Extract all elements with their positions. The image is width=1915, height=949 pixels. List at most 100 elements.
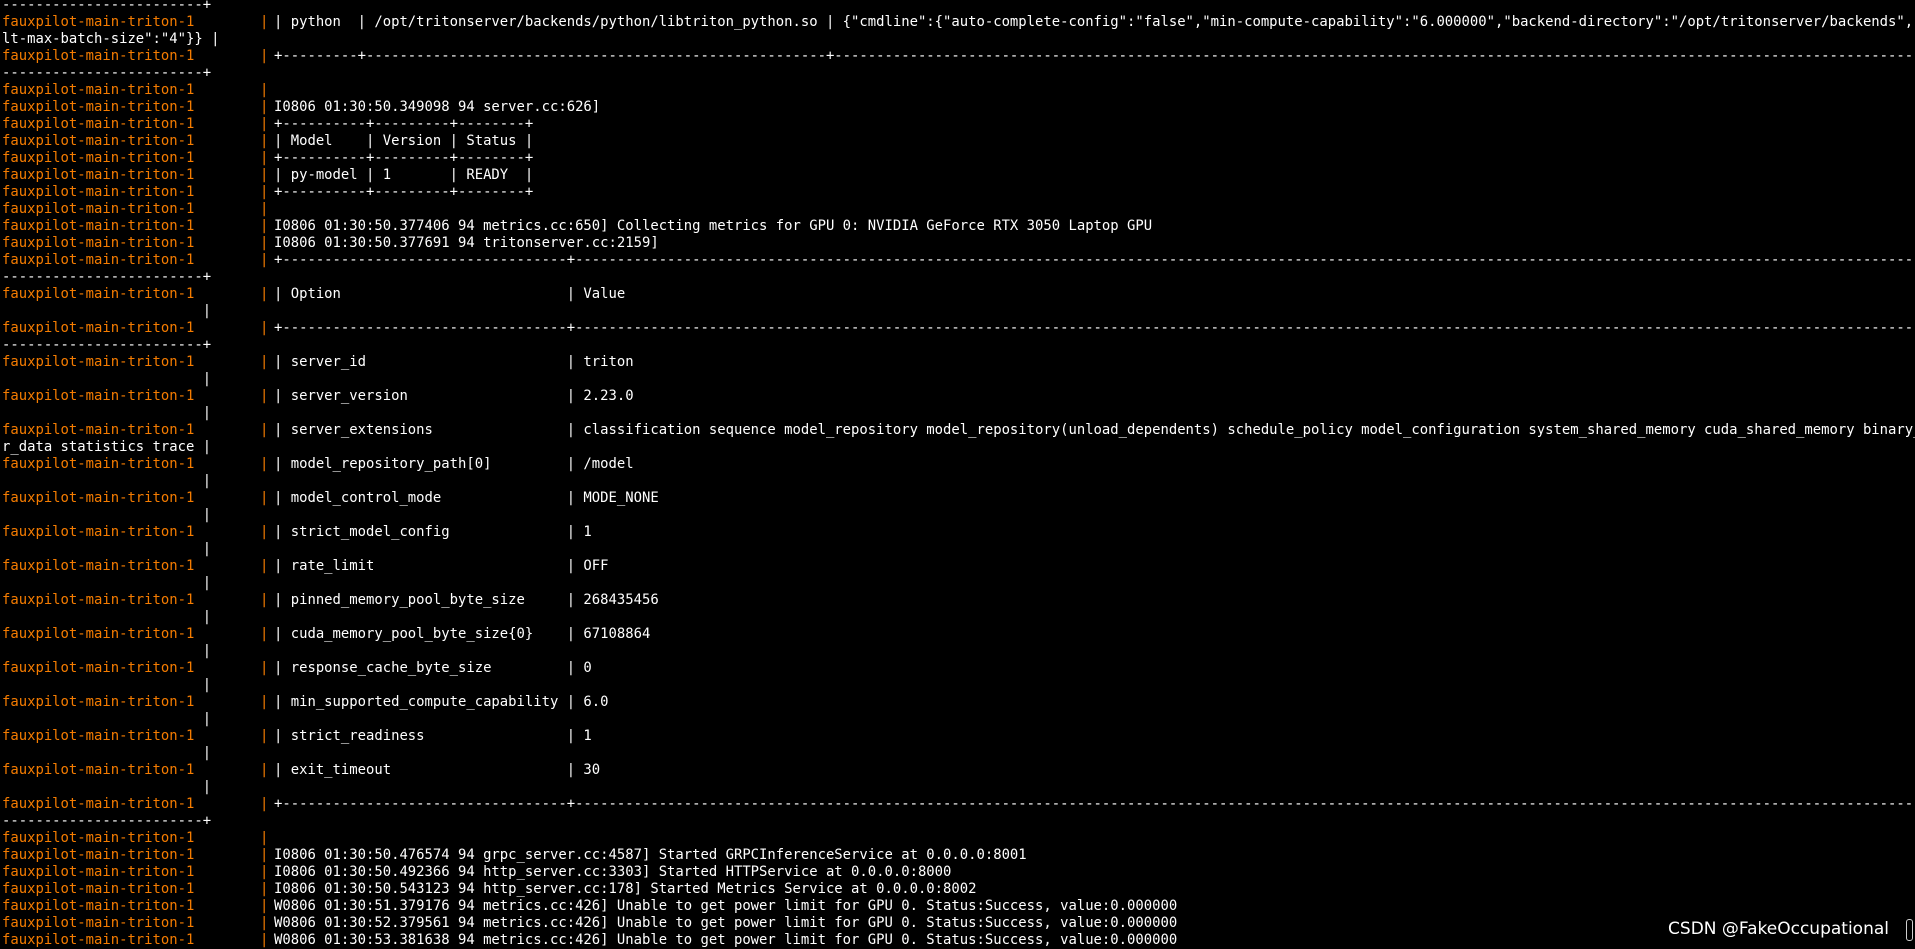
- log-message: | model_repository_path[0] | /model: [274, 456, 634, 472]
- log-message: | python | /opt/tritonserver/backends/py…: [274, 14, 1915, 30]
- log-separator: |: [260, 167, 269, 183]
- log-message: I0806 01:30:50.377406 94 metrics.cc:650]…: [274, 218, 1153, 234]
- log-message: I0806 01:30:50.476574 94 grpc_server.cc:…: [274, 847, 1027, 863]
- log-message: +----------------------------------+----…: [274, 252, 1915, 268]
- log-message: [274, 830, 1915, 847]
- log-message: | py-model | 1 | READY |: [274, 167, 534, 183]
- wrapped-line: |: [2, 779, 212, 795]
- container-name: fauxpilot-main-triton-1: [2, 48, 195, 64]
- log-separator: |: [260, 524, 269, 540]
- log-line: fauxpilot-main-triton-1 | | server_id | tr…: [0, 354, 1915, 371]
- log-message: | Model | Version | Status |: [274, 133, 534, 149]
- log-message: | min_supported_compute_capability | 6.0: [274, 694, 609, 710]
- wrapped-line: ------------------------+: [2, 337, 212, 353]
- wrapped-line: |: [2, 405, 212, 421]
- log-message: W0806 01:30:51.379176 94 metrics.cc:426]…: [274, 898, 1178, 914]
- log-separator: |: [260, 558, 269, 574]
- wrapped-line: ------------------------+: [2, 813, 212, 829]
- container-name: fauxpilot-main-triton-1: [2, 847, 195, 863]
- container-name: fauxpilot-main-triton-1: [2, 558, 195, 574]
- log-line: fauxpilot-main-triton-1 | W0806 01:30:52.3…: [0, 915, 1915, 932]
- container-name: fauxpilot-main-triton-1: [2, 864, 195, 880]
- wrapped-line: |: [2, 541, 212, 557]
- log-separator: |: [260, 762, 269, 778]
- wrapped-line: |: [2, 609, 212, 625]
- log-message: [274, 82, 1915, 99]
- container-name: fauxpilot-main-triton-1: [2, 286, 195, 302]
- log-message: I0806 01:30:50.492366 94 http_server.cc:…: [274, 864, 952, 880]
- log-separator: |: [260, 320, 269, 336]
- log-separator: |: [260, 847, 269, 863]
- container-name: fauxpilot-main-triton-1: [2, 422, 195, 438]
- container-name: fauxpilot-main-triton-1: [2, 915, 195, 931]
- log-separator: |: [260, 915, 269, 931]
- log-message: | server_id | triton: [274, 354, 634, 370]
- log-message: +----------------------------------+----…: [274, 320, 1915, 336]
- log-line: fauxpilot-main-triton-1 | I0806 01:30:50.3…: [0, 235, 1915, 252]
- log-line: fauxpilot-main-triton-1 | | python | /opt/…: [0, 14, 1915, 31]
- log-separator: |: [260, 626, 269, 642]
- log-message: I0806 01:30:50.377691 94 tritonserver.cc…: [274, 235, 659, 251]
- container-name: fauxpilot-main-triton-1: [2, 14, 195, 30]
- log-message: +----------------------------------+----…: [274, 796, 1915, 812]
- log-line: fauxpilot-main-triton-1 | | model_control_…: [0, 490, 1915, 507]
- wrapped-line: ------------------------+: [2, 269, 212, 285]
- log-line: fauxpilot-main-triton-1 |: [0, 82, 1915, 99]
- log-separator: |: [260, 14, 269, 30]
- log-separator: |: [260, 286, 269, 302]
- log-line: fauxpilot-main-triton-1 | W0806 01:30:53.3…: [0, 932, 1915, 949]
- container-name: fauxpilot-main-triton-1: [2, 592, 195, 608]
- wrapped-line: ------------------------+: [2, 0, 212, 13]
- terminal-output[interactable]: ------------------------+ fauxpilot-main-…: [0, 0, 1915, 949]
- log-line: fauxpilot-main-triton-1 | | py-model | 1 |…: [0, 167, 1915, 184]
- container-name: fauxpilot-main-triton-1: [2, 626, 195, 642]
- watermark: CSDN @FakeOccupational: [1668, 919, 1889, 939]
- log-line: fauxpilot-main-triton-1 | | Model | Versio…: [0, 133, 1915, 150]
- log-line: fauxpilot-main-triton-1 | | exit_timeout |…: [0, 762, 1915, 779]
- log-separator: |: [260, 490, 269, 506]
- log-line: fauxpilot-main-triton-1 | +----------+----…: [0, 116, 1915, 133]
- log-separator: |: [260, 218, 269, 234]
- log-message: | model_control_mode | MODE_NONE: [274, 490, 659, 506]
- container-name: fauxpilot-main-triton-1: [2, 184, 195, 200]
- resize-grip[interactable]: [1906, 919, 1913, 941]
- log-separator: |: [260, 456, 269, 472]
- container-name: fauxpilot-main-triton-1: [2, 881, 195, 897]
- container-name: fauxpilot-main-triton-1: [2, 218, 195, 234]
- container-name: fauxpilot-main-triton-1: [2, 99, 195, 115]
- log-line: fauxpilot-main-triton-1 | I0806 01:30:50.4…: [0, 864, 1915, 881]
- log-message: | exit_timeout | 30: [274, 762, 601, 778]
- log-separator: |: [260, 830, 269, 846]
- log-message: [274, 201, 1915, 218]
- log-message: +---------+-----------------------------…: [274, 48, 1915, 64]
- log-separator: |: [260, 133, 269, 149]
- wrapped-line: |: [2, 745, 212, 761]
- log-separator: |: [260, 99, 269, 115]
- log-line: fauxpilot-main-triton-1 | I0806 01:30:50.4…: [0, 847, 1915, 864]
- container-name: fauxpilot-main-triton-1: [2, 388, 195, 404]
- container-name: fauxpilot-main-triton-1: [2, 320, 195, 336]
- log-line: fauxpilot-main-triton-1 | +---------------…: [0, 252, 1915, 269]
- log-separator: |: [260, 422, 269, 438]
- wrapped-line: |: [2, 643, 212, 659]
- log-line: fauxpilot-main-triton-1 | | min_supported_…: [0, 694, 1915, 711]
- log-line: fauxpilot-main-triton-1 | | response_cache…: [0, 660, 1915, 677]
- log-separator: |: [260, 898, 269, 914]
- wrapped-line: r_data statistics trace |: [2, 439, 212, 455]
- container-name: fauxpilot-main-triton-1: [2, 728, 195, 744]
- log-message: I0806 01:30:50.349098 94 server.cc:626]: [274, 99, 601, 115]
- log-line: fauxpilot-main-triton-1 | | rate_limit | O…: [0, 558, 1915, 575]
- wrapped-line: |: [2, 575, 212, 591]
- log-line: fauxpilot-main-triton-1 | | server_extensi…: [0, 422, 1915, 439]
- wrapped-line: |: [2, 507, 212, 523]
- container-name: fauxpilot-main-triton-1: [2, 762, 195, 778]
- log-line: fauxpilot-main-triton-1 | | server_version…: [0, 388, 1915, 405]
- log-message: I0806 01:30:50.543123 94 http_server.cc:…: [274, 881, 977, 897]
- container-name: fauxpilot-main-triton-1: [2, 252, 195, 268]
- container-name: fauxpilot-main-triton-1: [2, 694, 195, 710]
- log-separator: |: [260, 660, 269, 676]
- wrapped-line: |: [2, 677, 212, 693]
- log-separator: |: [260, 881, 269, 897]
- log-separator: |: [260, 82, 269, 98]
- log-separator: |: [260, 694, 269, 710]
